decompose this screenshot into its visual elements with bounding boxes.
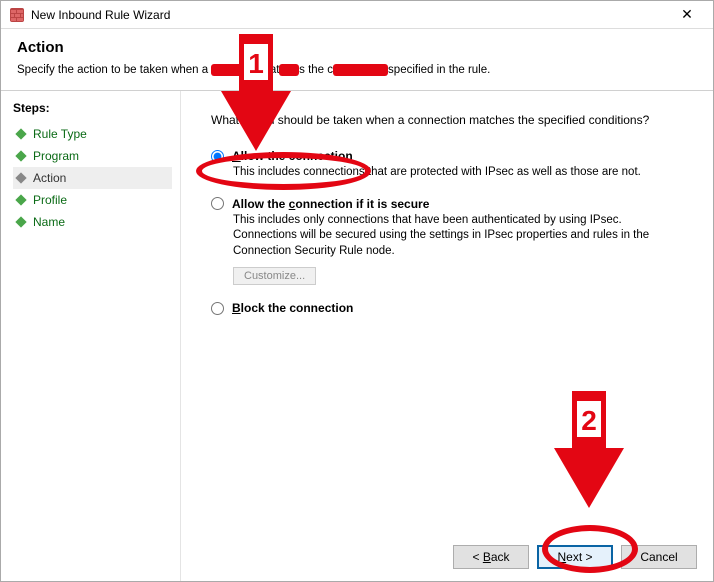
radio-allow-secure-label: Allow the connection if it is secure [232,197,429,211]
back-button[interactable]: < Back [453,545,529,569]
annotation-circle-next [542,525,638,573]
page-subtitle: Specify the action to be taken when a XX… [17,64,697,76]
step-program[interactable]: Program [13,145,172,167]
titlebar: New Inbound Rule Wizard ✕ [1,1,713,29]
step-label: Action [33,171,66,185]
step-bullet-icon [15,216,26,227]
option-block: Block the connection [211,301,689,315]
step-label: Program [33,149,79,163]
step-bullet-icon [15,194,26,205]
step-label: Profile [33,193,67,207]
step-label: Name [33,215,65,229]
customize-button: Customize... [233,267,316,285]
step-label: Rule Type [33,127,87,141]
steps-sidebar: Steps: Rule Type Program Action Profile Name [1,91,181,581]
annotation-circle-allow [196,152,371,190]
firewall-icon [9,7,25,23]
radio-allow-secure[interactable] [211,197,224,210]
step-action[interactable]: Action [13,167,172,189]
radio-allow-secure-desc: This includes only connections that have… [233,213,663,260]
close-button[interactable]: ✕ [667,6,707,23]
wizard-window: New Inbound Rule Wizard ✕ Action Specify… [0,0,714,582]
radio-block-label: Block the connection [232,301,353,315]
step-name[interactable]: Name [13,211,172,233]
step-profile[interactable]: Profile [13,189,172,211]
steps-title: Steps: [13,101,172,115]
step-bullet-icon [15,172,26,183]
step-rule-type[interactable]: Rule Type [13,123,172,145]
page-header: Action Specify the action to be taken wh… [1,29,713,91]
question-text: What action should be taken when a conne… [211,113,689,127]
window-title: New Inbound Rule Wizard [31,8,667,22]
page-title: Action [17,39,697,56]
radio-block[interactable] [211,302,224,315]
option-allow-secure: Allow the connection if it is secure Thi… [211,197,689,286]
step-bullet-icon [15,128,26,139]
step-bullet-icon [15,150,26,161]
